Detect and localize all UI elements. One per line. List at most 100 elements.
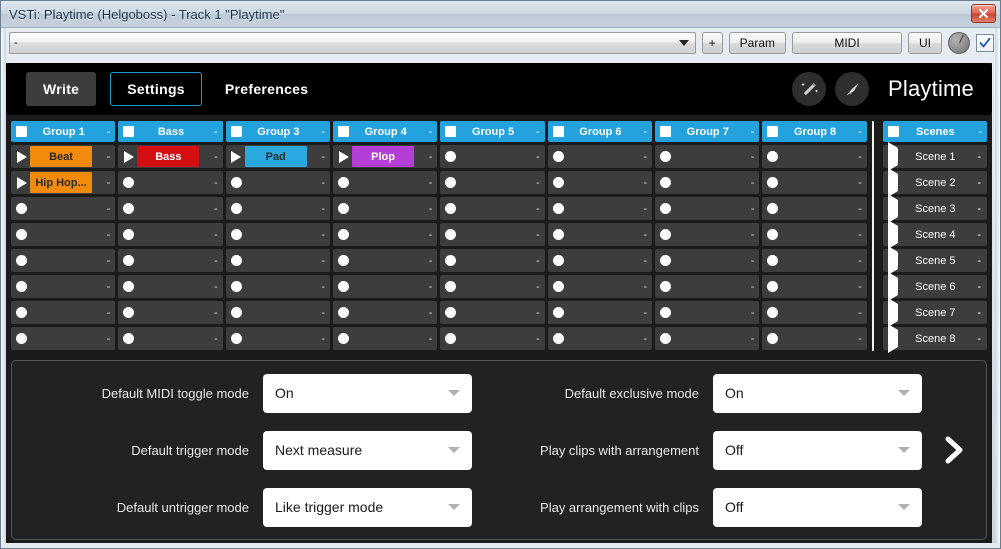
play-icon[interactable] xyxy=(15,176,28,189)
clip-cell-empty[interactable]: - xyxy=(225,171,331,194)
clip-menu-dash[interactable]: - xyxy=(135,177,218,189)
clip-cell-empty[interactable]: - xyxy=(655,301,760,324)
clip-name[interactable]: Bass xyxy=(137,146,200,167)
scene-row[interactable]: Scene 1 - xyxy=(882,141,987,171)
tab-settings[interactable]: Settings xyxy=(110,72,202,106)
clip-cell-empty[interactable]: - xyxy=(11,327,116,350)
clip-menu-dash[interactable]: - xyxy=(672,307,755,319)
clip-cell-empty[interactable]: - xyxy=(118,301,223,324)
clip-menu-dash[interactable]: - xyxy=(779,281,862,293)
record-dot-icon[interactable] xyxy=(337,307,350,318)
clip-menu-dash[interactable]: - xyxy=(243,333,325,345)
group-menu-dash[interactable]: - xyxy=(852,126,862,138)
clip-cell-empty[interactable]: - xyxy=(440,275,545,298)
scene-row[interactable]: Scene 4 - xyxy=(882,219,987,249)
clip-cell-empty[interactable]: - xyxy=(547,275,653,298)
clip-menu-dash[interactable]: - xyxy=(135,307,218,319)
clip-menu-dash[interactable]: - xyxy=(672,255,755,267)
clip-menu-dash[interactable]: - xyxy=(457,203,540,215)
group-header[interactable]: Group 4 - xyxy=(333,121,438,142)
record-dot-icon[interactable] xyxy=(444,151,457,162)
record-dot-icon[interactable] xyxy=(444,333,457,344)
group-header[interactable]: Group 8 - xyxy=(762,121,867,142)
record-dot-icon[interactable] xyxy=(444,281,457,292)
scene-play-button[interactable] xyxy=(887,297,898,327)
clip-cell-empty[interactable]: - xyxy=(225,223,331,246)
clip-name[interactable]: Hip Hop... xyxy=(30,172,92,193)
clip-cell-empty[interactable]: - xyxy=(440,223,545,246)
clip-menu-dash[interactable]: - xyxy=(243,177,325,189)
setting-select[interactable]: Off xyxy=(713,430,922,470)
clip-menu-dash[interactable]: - xyxy=(672,203,755,215)
scene-play-button[interactable] xyxy=(887,167,898,197)
group-checkbox[interactable] xyxy=(552,126,564,137)
clip-cell-empty[interactable]: - xyxy=(118,249,223,272)
ui-button[interactable]: UI xyxy=(908,32,942,54)
setting-select[interactable]: On xyxy=(263,373,472,413)
clip-menu-dash[interactable]: - xyxy=(779,203,862,215)
clip-cell-empty[interactable]: - xyxy=(440,327,545,350)
clip-cell-empty[interactable]: - xyxy=(655,275,760,298)
clip-menu-dash[interactable]: - xyxy=(457,281,540,293)
clip-menu-dash[interactable]: - xyxy=(565,177,647,189)
bypass-checkbox[interactable] xyxy=(976,34,994,52)
record-dot-icon[interactable] xyxy=(122,255,135,266)
clip-cell-empty[interactable]: - xyxy=(655,171,760,194)
clip-cell-empty[interactable]: - xyxy=(547,301,653,324)
clip-cell-empty[interactable]: - xyxy=(655,197,760,220)
record-dot-icon[interactable] xyxy=(15,229,28,240)
clip-cell-filled[interactable]: Beat - xyxy=(11,145,116,168)
clip-cell-empty[interactable]: - xyxy=(118,275,223,298)
clip-menu-dash[interactable]: - xyxy=(28,307,111,319)
clip-cell-empty[interactable]: - xyxy=(440,249,545,272)
group-menu-dash[interactable]: - xyxy=(100,126,111,138)
group-header[interactable]: Group 7 - xyxy=(655,121,760,142)
group-header[interactable]: Bass - xyxy=(118,121,223,142)
clip-menu-dash[interactable]: - xyxy=(135,333,218,345)
record-dot-icon[interactable] xyxy=(337,255,350,266)
clip-menu-dash[interactable]: - xyxy=(565,229,647,241)
clip-cell-filled[interactable]: Pad - xyxy=(225,145,331,168)
scene-row[interactable]: Scene 5 - xyxy=(882,245,987,275)
clip-menu-dash[interactable]: - xyxy=(350,281,433,293)
scene-menu-dash[interactable]: - xyxy=(973,177,981,189)
clip-cell-empty[interactable]: - xyxy=(655,223,760,246)
clip-menu-dash[interactable]: - xyxy=(28,229,111,241)
clip-menu-dash[interactable]: - xyxy=(350,255,433,267)
clip-menu-dash[interactable]: - xyxy=(28,333,111,345)
clip-menu-dash[interactable]: - xyxy=(457,177,540,189)
clip-menu-dash[interactable]: - xyxy=(457,255,540,267)
clip-cell-empty[interactable]: - xyxy=(440,197,545,220)
clip-cell-filled[interactable]: Hip Hop... - xyxy=(11,171,116,194)
scene-row[interactable]: Scene 3 - xyxy=(882,193,987,223)
group-menu-dash[interactable]: - xyxy=(744,126,755,138)
clip-cell-empty[interactable]: - xyxy=(333,171,438,194)
record-dot-icon[interactable] xyxy=(659,203,672,214)
group-checkbox[interactable] xyxy=(16,126,27,137)
clip-menu-dash[interactable]: - xyxy=(779,333,862,345)
clip-menu-dash[interactable]: - xyxy=(28,203,111,215)
clip-menu-dash[interactable]: - xyxy=(779,255,862,267)
record-dot-icon[interactable] xyxy=(659,255,672,266)
clip-name[interactable]: Plop xyxy=(352,146,415,167)
clip-cell-empty[interactable]: - xyxy=(655,145,760,168)
clip-menu-dash[interactable]: - xyxy=(672,333,755,345)
group-menu-dash[interactable]: - xyxy=(637,126,647,138)
group-checkbox[interactable] xyxy=(767,126,779,137)
scene-row[interactable]: Scene 2 - xyxy=(882,167,987,197)
broom-button[interactable] xyxy=(835,72,870,106)
clip-cell-empty[interactable]: - xyxy=(118,223,223,246)
record-dot-icon[interactable] xyxy=(659,151,672,162)
clip-cell-empty[interactable]: - xyxy=(547,249,653,272)
clip-menu-dash[interactable]: - xyxy=(243,203,325,215)
clip-cell-empty[interactable]: - xyxy=(440,301,545,324)
clip-menu-dash[interactable]: - xyxy=(28,281,111,293)
clip-menu-dash[interactable]: - xyxy=(350,177,433,189)
record-dot-icon[interactable] xyxy=(444,229,457,240)
clip-menu-dash[interactable]: - xyxy=(243,281,325,293)
clip-menu-dash[interactable]: - xyxy=(135,229,218,241)
clip-menu-dash[interactable]: - xyxy=(672,177,755,189)
record-dot-icon[interactable] xyxy=(766,203,779,214)
group-menu-dash[interactable]: - xyxy=(208,126,218,138)
record-dot-icon[interactable] xyxy=(230,307,243,318)
